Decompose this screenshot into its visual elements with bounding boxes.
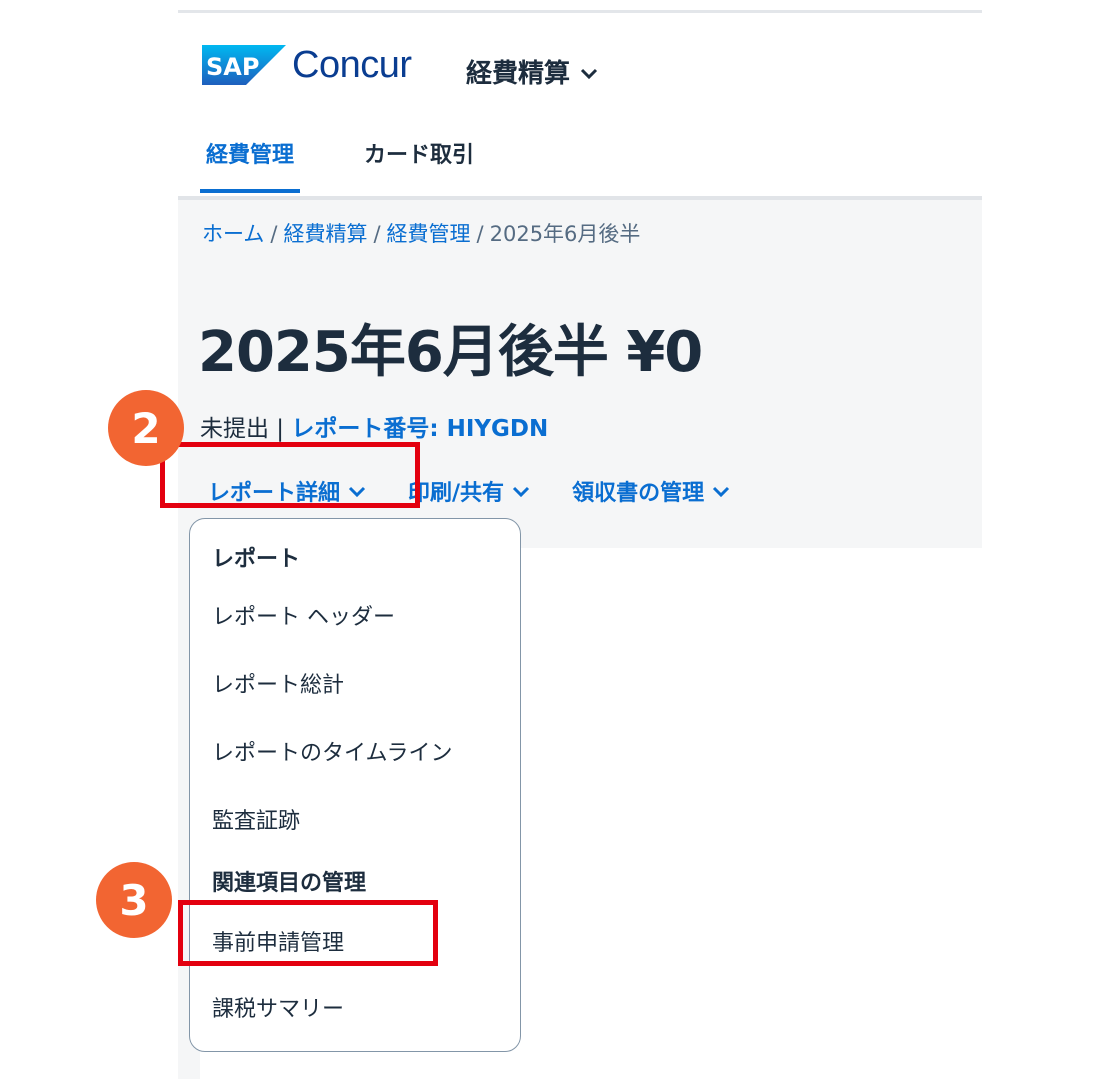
report-details-dropdown: レポート レポート ヘッダー レポート総計 レポートのタイムライン 監査証跡 関… <box>189 518 521 1052</box>
receipts-menu-button[interactable]: 領収書の管理 <box>572 475 730 507</box>
concur-logo-text: Concur <box>292 43 412 86</box>
sap-concur-logo[interactable]: SAP Concur <box>202 43 412 87</box>
menu-item-tax-summary[interactable]: 課税サマリー <box>212 991 344 1023</box>
dropdown-heading-report: レポート <box>212 547 301 572</box>
chevron-down-icon <box>580 57 598 87</box>
main-tabs: 経費管理 カード取引 <box>200 141 538 193</box>
breadcrumb-separator: / <box>270 222 278 246</box>
report-status: 未提出 <box>200 416 269 442</box>
menu-item-report-totals[interactable]: レポート総計 <box>212 667 344 699</box>
menu-item-report-header[interactable]: レポート ヘッダー <box>212 599 395 631</box>
dropdown-heading-related: 関連項目の管理 <box>212 871 367 896</box>
breadcrumb-separator: / <box>476 222 484 246</box>
report-number: レポート番号: HIYGDN <box>291 416 549 442</box>
highlight-pre-approval <box>178 900 438 966</box>
print-share-label: 印刷/共有 <box>408 481 505 506</box>
page-title: 2025年6月後半 ¥0 <box>198 320 703 385</box>
breadcrumb-manage[interactable]: 経費管理 <box>387 222 471 246</box>
receipts-label: 領収書の管理 <box>572 481 705 506</box>
breadcrumb-home[interactable]: ホーム <box>202 222 264 246</box>
highlight-report-details <box>160 442 420 508</box>
breadcrumb-current: 2025年6月後半 <box>489 222 641 246</box>
chevron-down-icon <box>712 479 730 504</box>
sap-logo-icon: SAP <box>202 45 286 85</box>
breadcrumb-expense[interactable]: 経費精算 <box>283 222 367 246</box>
tab-expense-management[interactable]: 経費管理 <box>200 141 301 193</box>
step-2-badge: 2 <box>108 390 184 466</box>
app-switcher[interactable]: 経費精算 <box>466 53 598 90</box>
menu-item-report-timeline[interactable]: レポートのタイムライン <box>212 735 452 767</box>
print-share-menu-button[interactable]: 印刷/共有 <box>408 475 530 507</box>
app-switcher-label: 経費精算 <box>466 59 571 89</box>
step-3-badge: 3 <box>96 862 172 938</box>
menu-item-audit-trail[interactable]: 監査証跡 <box>212 803 300 835</box>
tab-card-transactions[interactable]: カード取引 <box>358 141 480 193</box>
breadcrumb-separator: / <box>373 222 381 246</box>
report-status-line: 未提出 | レポート番号: HIYGDN <box>200 409 548 443</box>
status-divider: | <box>269 416 292 442</box>
sap-logo-text: SAP <box>206 53 259 81</box>
breadcrumb: ホーム / 経費精算 / 経費管理/2025年6月後半 <box>202 218 640 248</box>
chevron-down-icon <box>512 479 530 504</box>
